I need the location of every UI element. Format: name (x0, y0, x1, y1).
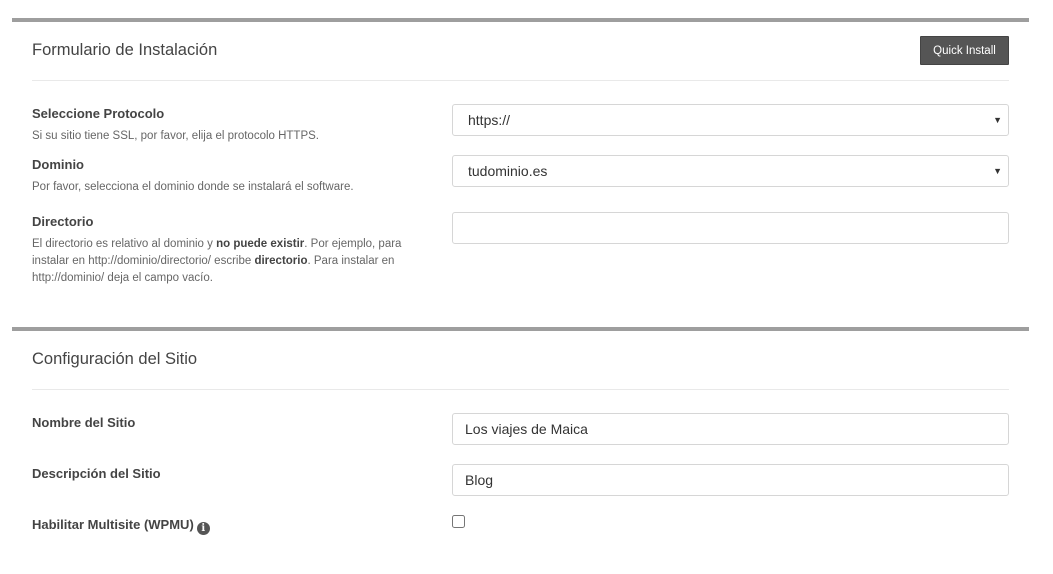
protocol-label: Seleccione Protocolo (32, 106, 165, 121)
quick-install-button[interactable]: Quick Install (920, 36, 1009, 65)
info-icon[interactable]: i (196, 522, 210, 535)
directory-help: El directorio es relativo al dominio y n… (32, 238, 402, 284)
dropdown-arrow-icon: ▼ (993, 115, 1002, 125)
install-form-title: Formulario de Instalación (32, 41, 218, 59)
protocol-select-value: https:// (468, 112, 511, 128)
multisite-label: Habilitar Multisite (WPMU) i (32, 517, 210, 535)
site-description-input[interactable] (452, 464, 1009, 496)
domain-help: Por favor, selecciona el dominio donde s… (32, 181, 354, 193)
site-config-header: Configuración del Sitio (32, 331, 1009, 390)
site-config-title: Configuración del Sitio (32, 350, 198, 368)
site-name-label: Nombre del Sitio (32, 415, 136, 430)
domain-label: Dominio (32, 157, 84, 172)
directory-label: Directorio (32, 214, 94, 229)
domain-select[interactable]: tudominio.es ▼ (452, 155, 1009, 187)
site-config-section: Configuración del Sitio Nombre del Sitio… (12, 327, 1029, 574)
dropdown-arrow-icon: ▼ (993, 166, 1002, 176)
multisite-checkbox[interactable] (452, 515, 465, 528)
directory-input[interactable] (452, 212, 1009, 244)
protocol-select[interactable]: https:// ▼ (452, 104, 1009, 136)
protocol-help: Si su sitio tiene SSL, por favor, elija … (32, 130, 319, 142)
site-name-input[interactable] (452, 413, 1009, 445)
install-form-section: Formulario de Instalación Quick Install … (12, 18, 1029, 322)
domain-select-value: tudominio.es (468, 163, 548, 179)
site-description-label: Descripción del Sitio (32, 466, 161, 481)
install-form-header: Formulario de Instalación Quick Install (32, 22, 1009, 81)
